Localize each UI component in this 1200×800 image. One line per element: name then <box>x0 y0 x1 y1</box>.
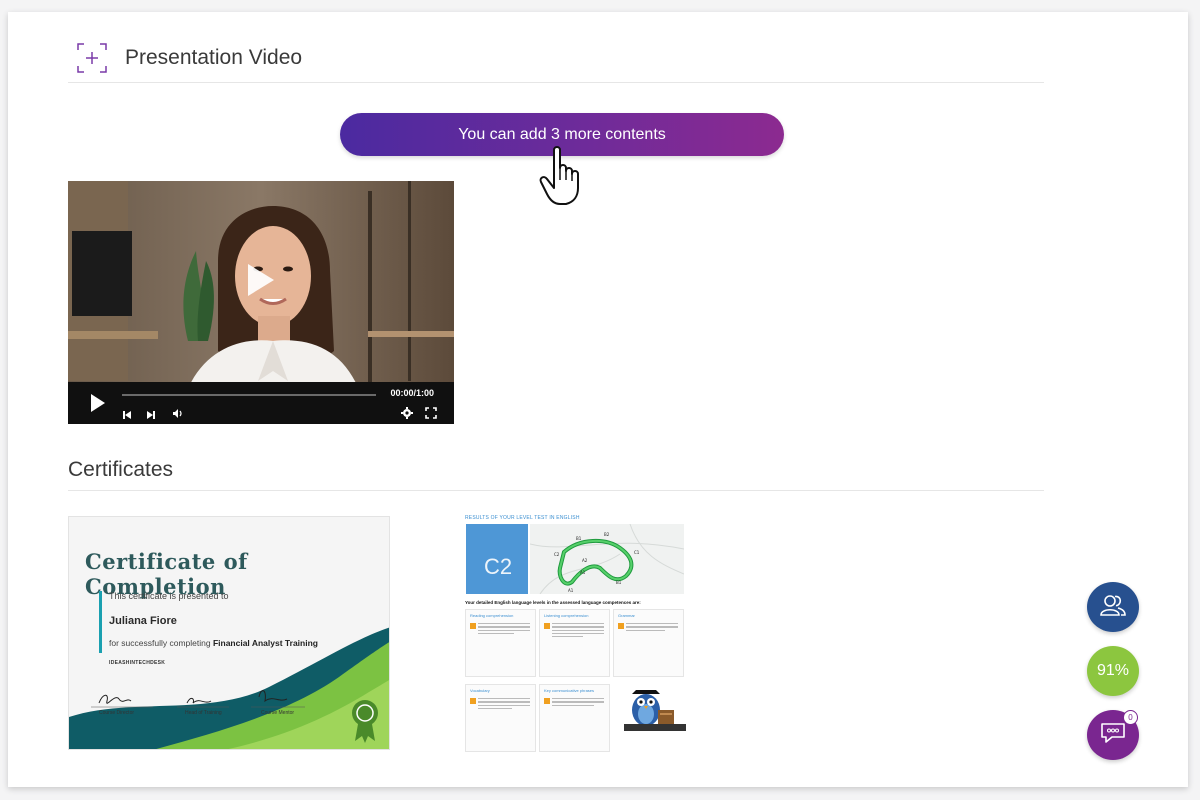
map-level-label: B1 <box>616 580 622 585</box>
map-level-label: C2 <box>554 552 560 557</box>
add-frame-icon[interactable] <box>76 42 108 74</box>
section-title: Certificates <box>68 458 174 481</box>
level-panel: C2 <box>466 524 528 594</box>
level-square <box>470 623 476 629</box>
certificate-card[interactable]: Certificate of Completion This certifica… <box>68 516 390 750</box>
play-icon[interactable] <box>90 393 106 418</box>
competence-card: Reading comprehension <box>465 609 536 677</box>
settings-icon[interactable] <box>401 406 413 424</box>
competence-card: Grammar <box>613 609 684 677</box>
competence-card: Listening comprehension <box>539 609 610 677</box>
text-lines <box>478 698 530 711</box>
map-level-label: C1 <box>634 550 640 555</box>
level-square <box>618 623 624 629</box>
recipient-name: Juliana Fiore <box>109 615 177 627</box>
level-test-report[interactable]: RESULTS OF YOUR LEVEL TEST IN ENGLISH C2… <box>462 512 690 756</box>
video-player[interactable]: 00:00/1:00 <box>68 181 454 424</box>
map-level-label: A1 <box>568 588 574 593</box>
level-square <box>470 698 476 704</box>
score-badge[interactable]: 91% <box>1087 646 1139 696</box>
chat-icon <box>1100 721 1126 750</box>
map-level-label: A2 <box>582 558 588 563</box>
chat-count-badge: 0 <box>1123 710 1138 725</box>
competence-card: Vocabulary <box>465 684 536 752</box>
accent-bar <box>99 591 102 653</box>
users-button[interactable] <box>1087 582 1139 632</box>
report-title: RESULTS OF YOUR LEVEL TEST IN ENGLISH <box>465 515 580 521</box>
competence-label: Key communicative phrases <box>544 688 595 693</box>
text-lines <box>552 698 604 708</box>
presented-to-text: This certificate is presented to <box>109 591 229 601</box>
completion-text: for successfully completing Financial An… <box>109 638 318 648</box>
competence-label: Listening comprehension <box>544 613 589 618</box>
signature-label: Head of Training <box>185 710 222 716</box>
video-controls: 00:00/1:00 <box>68 382 454 424</box>
divider <box>68 490 1044 491</box>
text-lines <box>552 623 604 639</box>
competence-label: Vocabulary <box>470 688 490 693</box>
play-overlay-icon[interactable] <box>246 262 276 298</box>
hand-pointer-icon <box>536 144 590 208</box>
completion-prefix: for successfully completing <box>109 638 211 648</box>
report-subtitle: Your detailed English language levels in… <box>465 600 641 605</box>
course-name: Financial Analyst Training <box>212 638 318 648</box>
next-icon[interactable] <box>146 407 156 424</box>
video-time: 00:00/1:00 <box>390 388 434 398</box>
volume-icon[interactable] <box>172 406 184 424</box>
progress-bar[interactable] <box>122 394 376 396</box>
fullscreen-icon[interactable] <box>425 406 437 424</box>
competence-label: Reading comprehension <box>470 613 514 618</box>
competence-label: Grammar <box>618 613 635 618</box>
users-icon <box>1100 593 1126 622</box>
map-level-label: B2 <box>604 532 610 537</box>
level-square <box>544 698 550 704</box>
mascot-caption-bar <box>624 724 686 731</box>
map-level-label: A1 <box>580 570 586 575</box>
signature-label: Course Director <box>99 710 135 716</box>
brand-logo: IDEASHINTECHDESK <box>109 660 166 666</box>
competence-card: Key communicative phrases <box>539 684 610 752</box>
signature-label: Course Mentor <box>261 710 295 716</box>
map-level-label: B1 <box>576 536 582 541</box>
section-title: Presentation Video <box>125 46 303 69</box>
level-map: B1 B2 C1 C2 A2 A1 B1 A1 <box>530 524 684 594</box>
level-square <box>544 623 550 629</box>
presentation-video-header: Presentation Video <box>76 42 302 74</box>
text-lines <box>626 623 678 633</box>
divider <box>68 82 1044 83</box>
previous-icon[interactable] <box>122 407 132 424</box>
text-lines <box>478 623 530 636</box>
level-value: C2 <box>484 554 513 579</box>
